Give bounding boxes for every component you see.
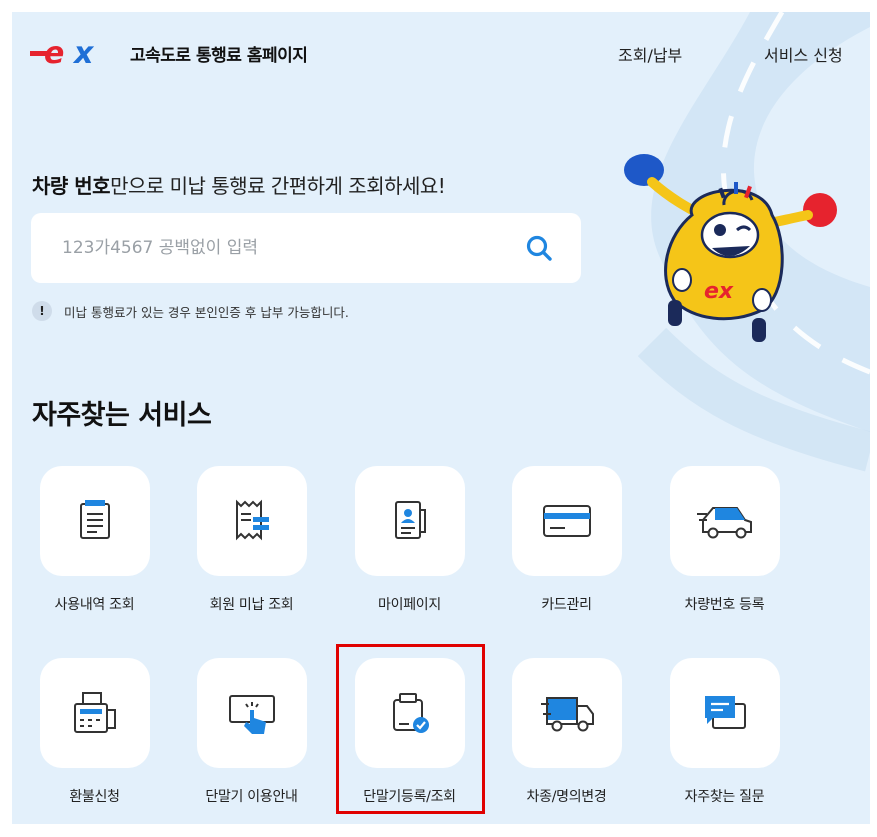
unpaid-notice: ! 미납 통행료가 있는 경우 본인인증 후 납부 가능합니다. — [32, 301, 349, 321]
service-tile[interactable] — [196, 658, 307, 768]
service-tile[interactable] — [354, 658, 465, 768]
search-button[interactable] — [509, 218, 569, 278]
service-vehicle-register[interactable]: 차량번호 등록 — [646, 466, 803, 614]
svg-text:ex: ex — [704, 279, 734, 304]
touch-hand-icon — [228, 695, 275, 734]
page-background: e x 고속도로 통행료 홈페이지 조회/납부 서비스 신청 ex 차량 번호만… — [12, 12, 870, 824]
service-device-guide[interactable]: 단말기 이용안내 — [173, 658, 330, 806]
headline-rest: 만으로 미납 통행료 간편하게 조회하세요! — [110, 174, 446, 198]
service-label: 차량번호 등록 — [684, 597, 765, 613]
service-usage-history[interactable]: 사용내역 조회 — [16, 466, 173, 614]
profile-card-icon — [394, 501, 426, 539]
service-card-management[interactable]: 카드관리 — [488, 466, 645, 614]
service-tile[interactable] — [196, 466, 307, 576]
site-logo[interactable]: e x 고속도로 통행료 홈페이지 — [30, 40, 308, 66]
device-check-icon — [392, 693, 429, 733]
mascot-car-illustration: ex — [624, 154, 837, 342]
car-icon — [696, 507, 752, 539]
truck-icon — [540, 697, 594, 732]
credit-card-icon — [542, 505, 591, 537]
document-list-icon — [79, 500, 110, 539]
service-label: 차종/명의변경 — [526, 789, 607, 805]
svg-text:x: x — [72, 40, 95, 66]
service-mypage[interactable]: 마이페이지 — [331, 466, 488, 614]
service-label: 사용내역 조회 — [54, 597, 135, 613]
search-headline: 차량 번호만으로 미납 통행료 간편하게 조회하세요! — [32, 170, 446, 199]
service-refund[interactable]: 환불신청 — [16, 658, 173, 806]
service-tile[interactable] — [354, 466, 465, 576]
exclamation-icon: ! — [32, 301, 52, 321]
service-faq[interactable]: 자주찾는 질문 — [646, 658, 803, 806]
chat-bubble-icon — [704, 696, 746, 729]
service-label: 마이페이지 — [378, 597, 441, 613]
nav-inquiry-payment[interactable]: 조회/납부 — [618, 42, 682, 66]
service-label: 단말기등록/조회 — [363, 789, 456, 805]
site-title: 고속도로 통행료 홈페이지 — [130, 45, 308, 66]
service-tile[interactable] — [39, 466, 150, 576]
service-label: 카드관리 — [541, 597, 592, 613]
headline-bold: 차량 번호 — [32, 174, 111, 198]
service-tile[interactable] — [669, 658, 780, 768]
notice-text: 미납 통행료가 있는 경우 본인인증 후 납부 가능합니다. — [64, 304, 349, 320]
nav-service-request[interactable]: 서비스 신청 — [764, 42, 843, 66]
service-tile[interactable] — [511, 658, 622, 768]
service-label: 단말기 이용안내 — [205, 789, 298, 805]
service-label: 자주찾는 질문 — [684, 789, 765, 805]
service-label: 회원 미납 조회 — [209, 597, 294, 613]
search-box — [31, 213, 581, 283]
service-tile[interactable] — [669, 466, 780, 576]
service-tile[interactable] — [39, 658, 150, 768]
services-title: 자주찾는 서비스 — [32, 400, 212, 431]
service-label: 환불신청 — [69, 789, 120, 805]
ex-logo-icon: e x — [30, 40, 95, 66]
printer-icon — [73, 692, 116, 733]
search-icon — [526, 235, 552, 261]
vehicle-number-input[interactable] — [31, 238, 509, 258]
service-member-unpaid[interactable]: 회원 미납 조회 — [173, 466, 330, 614]
receipt-icon — [235, 499, 269, 541]
svg-text:e: e — [44, 40, 64, 66]
service-vehicle-owner-change[interactable]: 차종/명의변경 — [488, 658, 645, 806]
service-tile[interactable] — [511, 466, 622, 576]
service-device-register[interactable]: 단말기등록/조회 — [331, 658, 488, 806]
